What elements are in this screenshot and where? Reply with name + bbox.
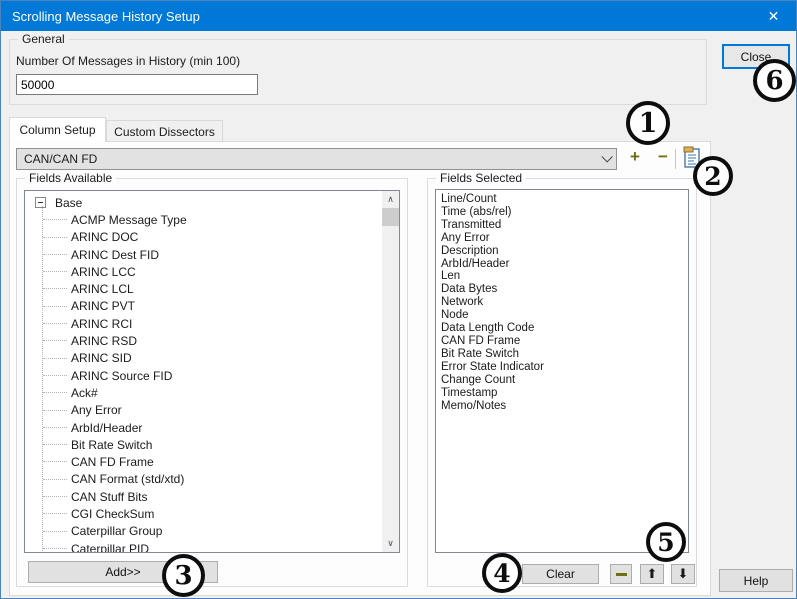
- list-item[interactable]: Change Count: [441, 374, 688, 387]
- scrollbar-thumb[interactable]: [382, 208, 399, 226]
- tree-item[interactable]: CGI CheckSum: [29, 505, 399, 522]
- tree-item[interactable]: Caterpillar PID: [29, 540, 399, 553]
- fields-available-label: Fields Available: [25, 171, 116, 185]
- list-item[interactable]: Transmitted: [441, 219, 688, 232]
- list-item[interactable]: Network: [441, 296, 688, 309]
- general-group-label: General: [18, 32, 69, 46]
- column-setup-panel: CAN/CAN FD + − Fields Available: [9, 141, 711, 596]
- protocol-dropdown[interactable]: CAN/CAN FD: [16, 148, 617, 170]
- remove-field-button[interactable]: [610, 564, 632, 584]
- annotation-circle-1: 1: [626, 101, 670, 145]
- tree-item[interactable]: Any Error: [29, 402, 399, 419]
- tree-item[interactable]: ARINC DOC: [29, 229, 399, 246]
- close-icon[interactable]: ✕: [751, 1, 796, 31]
- general-group: General Number Of Messages in History (m…: [9, 39, 707, 105]
- protocol-dropdown-value: CAN/CAN FD: [24, 152, 97, 166]
- list-item[interactable]: Len: [441, 270, 688, 283]
- tree-item[interactable]: ArbId/Header: [29, 419, 399, 436]
- remove-protocol-button[interactable]: −: [658, 147, 668, 167]
- tree-item[interactable]: ARINC PVT: [29, 298, 399, 315]
- tree-item[interactable]: ARINC Source FID: [29, 367, 399, 384]
- chevron-down-icon: [601, 151, 612, 162]
- fields-selected-label: Fields Selected: [436, 171, 526, 185]
- list-item[interactable]: Timestamp: [441, 387, 688, 400]
- minus-icon: [616, 573, 627, 576]
- tree-item[interactable]: ARINC LCL: [29, 280, 399, 297]
- annotation-circle-4: 4: [482, 553, 522, 593]
- annotation-circle-5: 5: [646, 522, 686, 562]
- clear-button[interactable]: Clear: [522, 564, 599, 584]
- tree-item[interactable]: Ack#: [29, 384, 399, 401]
- messages-history-input[interactable]: [16, 74, 258, 95]
- list-item[interactable]: Bit Rate Switch: [441, 348, 688, 361]
- list-item[interactable]: CAN FD Frame: [441, 335, 688, 348]
- tree-item[interactable]: ARINC SID: [29, 350, 399, 367]
- dialog-scrolling-message-history-setup: Scrolling Message History Setup ✕ Genera…: [0, 0, 797, 599]
- list-item[interactable]: ArbId/Header: [441, 258, 688, 271]
- tree-root-row[interactable]: Base: [29, 194, 399, 211]
- annotation-circle-2: 2: [693, 156, 733, 196]
- tree-item[interactable]: ACMP Message Type: [29, 211, 399, 228]
- tree-children: ACMP Message TypeARINC DOCARINC Dest FID…: [29, 211, 399, 553]
- scroll-up-icon[interactable]: ∧: [382, 191, 399, 208]
- fields-selected-list[interactable]: Line/CountTime (abs/rel)TransmittedAny E…: [435, 189, 689, 553]
- tree-root-label: Base: [55, 196, 82, 210]
- annotation-circle-6: 6: [753, 59, 796, 102]
- tree-item[interactable]: CAN Format (std/xtd): [29, 471, 399, 488]
- list-item[interactable]: Error State Indicator: [441, 361, 688, 374]
- move-down-button[interactable]: ⬇: [671, 564, 695, 584]
- tree-item[interactable]: Bit Rate Switch: [29, 436, 399, 453]
- title-bar: Scrolling Message History Setup ✕: [1, 1, 796, 31]
- scroll-down-icon[interactable]: ∨: [382, 535, 399, 552]
- help-button[interactable]: Help: [719, 569, 793, 592]
- list-item[interactable]: Any Error: [441, 232, 688, 245]
- move-up-button[interactable]: ⬆: [640, 564, 664, 584]
- fields-available-group: Fields Available Base ACMP Message TypeA…: [16, 178, 408, 587]
- add-protocol-button[interactable]: +: [630, 147, 640, 167]
- list-item[interactable]: Memo/Notes: [441, 400, 688, 413]
- toolbar-separator: [675, 149, 676, 169]
- list-item[interactable]: Data Bytes: [441, 283, 688, 296]
- list-item[interactable]: Description: [441, 245, 688, 258]
- tree-item[interactable]: ARINC RCI: [29, 315, 399, 332]
- tree-item[interactable]: Caterpillar Group: [29, 523, 399, 540]
- collapse-icon[interactable]: [35, 197, 46, 208]
- annotation-circle-3: 3: [162, 554, 205, 597]
- tab-custom-dissectors[interactable]: Custom Dissectors: [106, 120, 223, 142]
- tree-item[interactable]: ARINC LCC: [29, 263, 399, 280]
- fields-available-list[interactable]: Base ACMP Message TypeARINC DOCARINC Des…: [24, 190, 400, 553]
- tab-column-setup[interactable]: Column Setup: [9, 117, 106, 142]
- tree-item[interactable]: CAN FD Frame: [29, 453, 399, 470]
- window-title: Scrolling Message History Setup: [12, 9, 200, 24]
- tree-item[interactable]: ARINC Dest FID: [29, 246, 399, 263]
- tree-item[interactable]: ARINC RSD: [29, 332, 399, 349]
- tree-item[interactable]: CAN Stuff Bits: [29, 488, 399, 505]
- fields-tree: Base ACMP Message TypeARINC DOCARINC Des…: [25, 191, 399, 553]
- list-item[interactable]: Data Length Code: [441, 322, 688, 335]
- scrollbar[interactable]: ∧ ∨: [382, 191, 399, 552]
- list-item[interactable]: Node: [441, 309, 688, 322]
- messages-history-label: Number Of Messages in History (min 100): [16, 54, 240, 68]
- list-item[interactable]: Line/Count: [441, 193, 688, 206]
- list-item[interactable]: Time (abs/rel): [441, 206, 688, 219]
